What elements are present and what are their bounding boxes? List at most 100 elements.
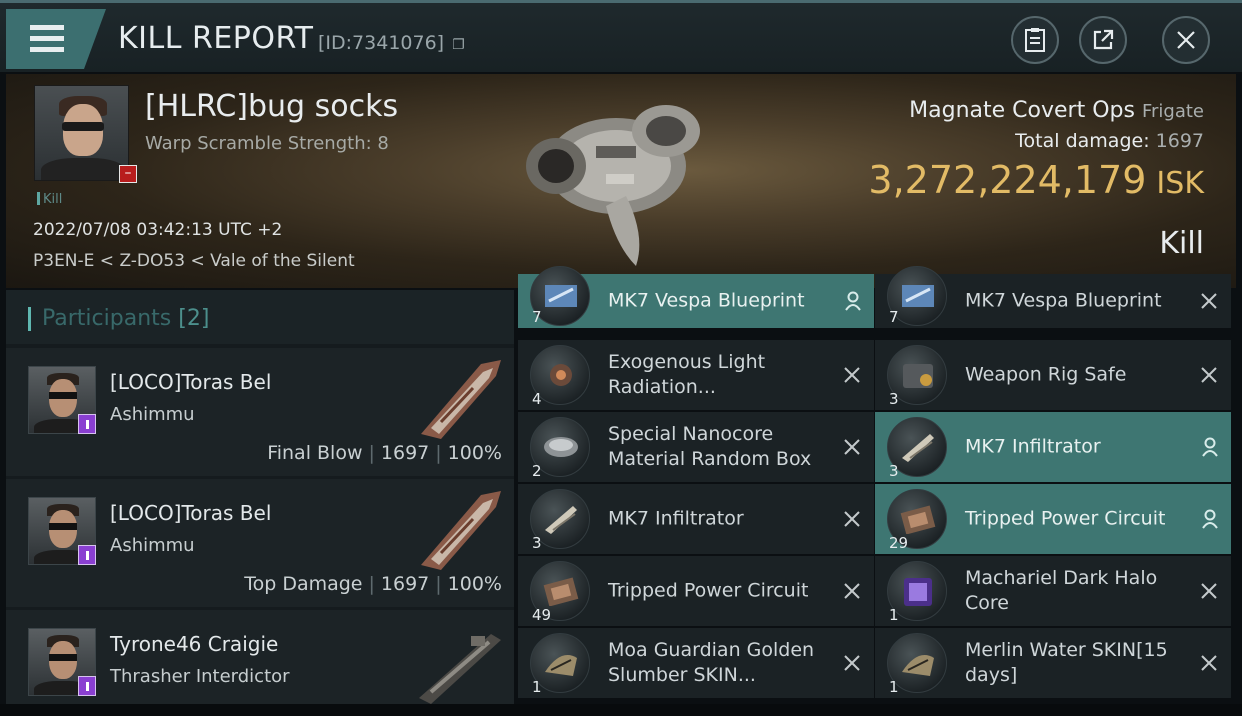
loot-item[interactable]: 3 MK7 Infiltrator bbox=[875, 412, 1231, 482]
victim-name[interactable]: [HLRC]bug socks bbox=[145, 89, 398, 124]
report-id: [ID:7341076] ❐ bbox=[318, 32, 465, 54]
item-name: MK7 Vespa Blueprint bbox=[608, 289, 805, 312]
corp-badge-icon bbox=[78, 545, 96, 565]
kill-summary: – [HLRC]bug socks Warp Scramble Strength… bbox=[6, 74, 1236, 288]
participants-count: [2] bbox=[178, 306, 210, 331]
item-quantity: 2 bbox=[532, 462, 542, 480]
isk-unit: ISK bbox=[1156, 166, 1204, 201]
participants-label: Participants bbox=[42, 306, 172, 331]
participant-damage: 1697 bbox=[380, 573, 430, 595]
item-name: MK7 Infiltrator bbox=[608, 507, 744, 530]
share-button[interactable] bbox=[1079, 16, 1127, 64]
item-name: Merlin Water SKIN[15 days] bbox=[965, 639, 1168, 686]
participant-ship: Thrasher Interdictor bbox=[110, 666, 290, 687]
item-quantity: 1 bbox=[889, 678, 899, 696]
item-name: Tripped Power Circuit bbox=[965, 507, 1166, 530]
item-name: Tripped Power Circuit bbox=[608, 579, 809, 602]
hamburger-icon-line bbox=[30, 47, 64, 52]
participant-stats: Final Blow | 1697 | 100% bbox=[267, 442, 502, 464]
dropped-items-grid: 7 MK7 Vespa Blueprint 4 Exogenous Light Rad… bbox=[518, 266, 1236, 716]
loot-item[interactable]: 3 MK7 Infiltrator bbox=[518, 484, 874, 554]
item-quantity: 4 bbox=[532, 390, 542, 408]
item-quantity: 3 bbox=[532, 534, 542, 552]
participant-name[interactable]: [LOCO]Toras Bel bbox=[110, 370, 271, 394]
corp-badge-icon bbox=[78, 676, 96, 696]
ship-class-text: Frigate bbox=[1141, 101, 1204, 122]
destroyed-x-icon bbox=[844, 367, 860, 383]
hamburger-icon bbox=[30, 25, 64, 30]
destroyed-x-icon bbox=[844, 655, 860, 671]
menu-button[interactable] bbox=[6, 9, 106, 69]
isk-value: 3,272,224,179 ISK bbox=[868, 158, 1204, 202]
total-damage-label: Total damage: bbox=[1015, 130, 1150, 152]
participant-name[interactable]: Tyrone46 Craigie bbox=[110, 632, 278, 656]
participant-card[interactable]: [LOCO]Toras Bel Ashimmu Top Damage | 1697 |… bbox=[6, 479, 514, 607]
corp-badge-icon bbox=[78, 414, 96, 434]
report-id-text: [ID:7341076] bbox=[318, 32, 445, 54]
warp-scramble-strength: Warp Scramble Strength: 8 bbox=[145, 133, 389, 154]
participant-stats: Top Damage | 1697 | 100% bbox=[244, 573, 502, 595]
participants-title: Participants [2] bbox=[42, 306, 209, 331]
item-name: MK7 Infiltrator bbox=[965, 435, 1101, 458]
participant-percent: 100% bbox=[447, 573, 502, 595]
item-name: Machariel Dark Halo Core bbox=[965, 567, 1158, 614]
loot-item[interactable]: 4 Exogenous Light Radiation... bbox=[518, 340, 874, 410]
share-icon bbox=[1093, 29, 1114, 50]
person-icon[interactable] bbox=[844, 291, 862, 311]
total-damage-value: 1697 bbox=[1155, 130, 1204, 152]
participants-panel: Participants [2] [LOCO]Toras Bel Ashimmu… bbox=[6, 290, 514, 716]
destroyed-x-icon bbox=[1201, 367, 1217, 383]
participant-ship-image[interactable] bbox=[411, 354, 506, 444]
destroyed-x-icon bbox=[844, 583, 860, 599]
person-icon[interactable] bbox=[1201, 437, 1219, 457]
loot-item[interactable]: 1 Moa Guardian Golden Slumber SKIN... bbox=[518, 628, 874, 698]
copy-icon[interactable]: ❐ bbox=[452, 37, 465, 53]
loot-item[interactable]: 2 Special Nanocore Material Random Box bbox=[518, 412, 874, 482]
participant-ship-image[interactable] bbox=[411, 485, 506, 575]
clipboard-button[interactable] bbox=[1011, 16, 1059, 64]
participant-role: Final Blow bbox=[267, 442, 363, 464]
participant-ship: Ashimmu bbox=[110, 535, 195, 556]
participant-role: Top Damage bbox=[244, 573, 363, 595]
loot-item[interactable]: 7 MK7 Vespa Blueprint bbox=[518, 266, 874, 328]
item-quantity: 7 bbox=[532, 308, 542, 326]
loot-item[interactable]: 49 Tripped Power Circuit bbox=[518, 556, 874, 626]
item-quantity: 7 bbox=[889, 308, 899, 326]
destroyed-x-icon bbox=[844, 439, 860, 455]
victim-ship-image[interactable] bbox=[506, 86, 726, 276]
clipboard-icon bbox=[1025, 28, 1045, 52]
kill-location[interactable]: P3EN-E < Z-DO53 < Vale of the Silent bbox=[33, 251, 355, 271]
participant-card[interactable]: [LOCO]Toras Bel Ashimmu Final Blow | 1697 |… bbox=[6, 348, 514, 476]
participant-name[interactable]: [LOCO]Toras Bel bbox=[110, 501, 271, 525]
loot-item[interactable]: 1 Merlin Water SKIN[15 days] bbox=[875, 628, 1231, 698]
result-label: Kill bbox=[1159, 226, 1204, 261]
close-button[interactable] bbox=[1162, 16, 1210, 64]
loot-item[interactable]: 29 Tripped Power Circuit bbox=[875, 484, 1231, 554]
item-quantity: 3 bbox=[889, 462, 899, 480]
kill-datetime: 2022/07/08 03:42:13 UTC +2 bbox=[33, 220, 283, 240]
isk-amount: 3,272,224,179 bbox=[868, 158, 1147, 202]
loot-item[interactable]: 1 Machariel Dark Halo Core bbox=[875, 556, 1231, 626]
item-name: Special Nanocore Material Random Box bbox=[608, 423, 812, 470]
item-name: MK7 Vespa Blueprint bbox=[965, 289, 1162, 312]
destroyed-x-icon bbox=[1201, 293, 1217, 309]
hamburger-icon-line bbox=[30, 36, 64, 41]
item-name: Moa Guardian Golden Slumber SKIN... bbox=[608, 639, 815, 686]
item-quantity: 1 bbox=[532, 678, 542, 696]
loot-item[interactable]: 7 MK7 Vespa Blueprint bbox=[875, 266, 1231, 328]
item-name: Weapon Rig Safe bbox=[965, 363, 1127, 386]
ship-name-text: Magnate Covert Ops bbox=[909, 98, 1135, 123]
participant-ship-image[interactable] bbox=[411, 616, 506, 706]
participants-header: Participants [2] bbox=[6, 290, 514, 344]
item-quantity: 1 bbox=[889, 606, 899, 624]
close-icon bbox=[1177, 31, 1195, 49]
participant-card[interactable]: Tyrone46 Craigie Thrasher Interdictor bbox=[6, 610, 514, 716]
victim-avatar[interactable] bbox=[34, 85, 129, 181]
hostile-badge-icon: – bbox=[119, 165, 137, 183]
loot-item[interactable]: 3 Weapon Rig Safe bbox=[875, 340, 1231, 410]
victim-ship-name[interactable]: Magnate Covert Ops Frigate bbox=[909, 98, 1204, 123]
kill-tag: Kill bbox=[37, 192, 62, 207]
participant-percent: 100% bbox=[447, 442, 502, 464]
person-icon[interactable] bbox=[1201, 509, 1219, 529]
item-quantity: 29 bbox=[889, 534, 909, 552]
